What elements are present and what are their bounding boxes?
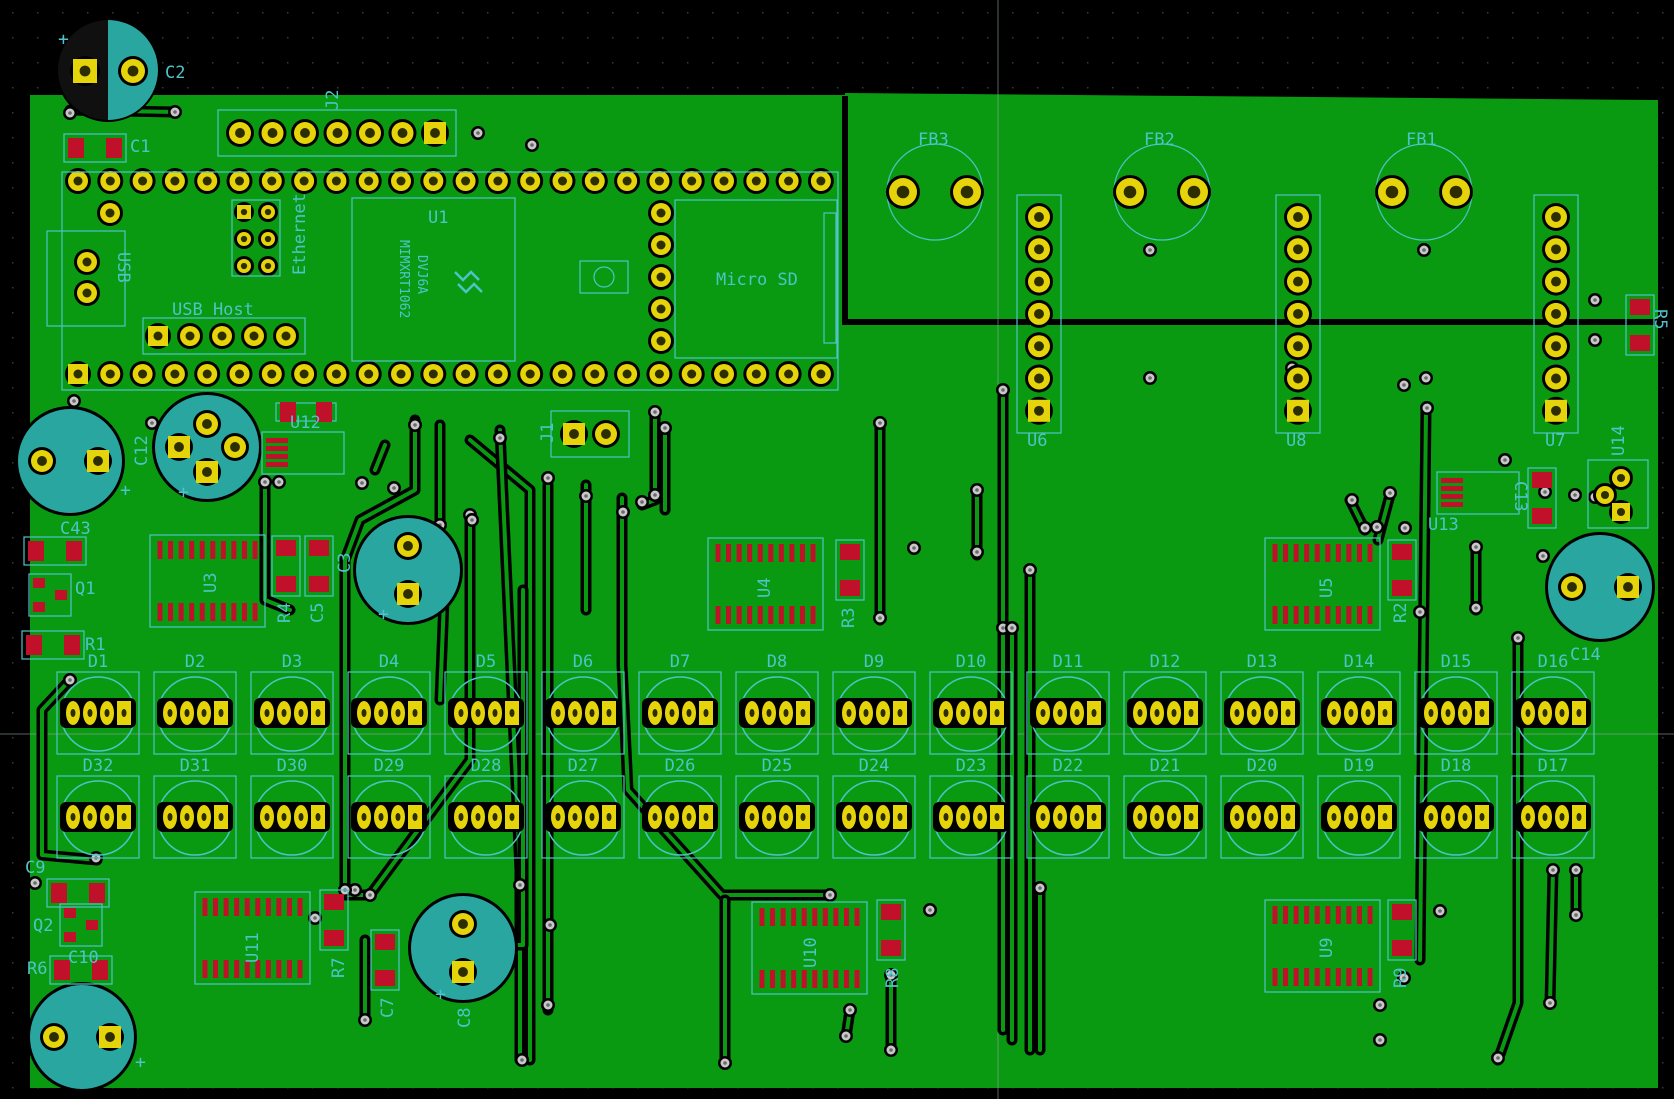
label-u13: U13 — [1428, 515, 1459, 535]
label-u14: U14 — [1609, 425, 1629, 456]
led-label: D18 — [1441, 756, 1472, 776]
led-label: D1 — [88, 652, 108, 672]
led-label: D8 — [767, 652, 787, 672]
label-u10: U10 — [801, 937, 821, 968]
led-label: D31 — [180, 756, 211, 776]
label-ethernet: Ethernet — [290, 193, 310, 275]
svg-text:+: + — [378, 604, 389, 625]
label-u6: U6 — [1027, 431, 1047, 451]
label-c13: C13 — [1510, 481, 1530, 512]
label-c2: C2 — [165, 63, 185, 83]
label-c1: C1 — [130, 137, 150, 157]
led-label: D2 — [185, 652, 205, 672]
label-c8: C8 — [455, 1008, 475, 1028]
led-label: D32 — [83, 756, 114, 776]
label-c3: C3 — [335, 553, 355, 573]
label-r9: R9 — [1391, 968, 1411, 988]
led-label: D11 — [1053, 652, 1084, 672]
label-u9: U9 — [1317, 938, 1337, 958]
svg-text:+: + — [135, 1052, 146, 1073]
label-u4: U4 — [755, 578, 775, 598]
label-u8: U8 — [1286, 431, 1306, 451]
label-c10: C10 — [68, 948, 99, 968]
label-c9: C9 — [25, 858, 45, 878]
label-usb: USB — [113, 252, 133, 283]
label-u7: U7 — [1545, 431, 1565, 451]
label-c5: C5 — [308, 603, 328, 623]
label-r6: R6 — [27, 959, 47, 979]
led-label: D30 — [277, 756, 308, 776]
label-usb-host: USB Host — [172, 300, 254, 320]
label-r5: R5 — [1650, 309, 1670, 329]
label-r3: R3 — [839, 608, 859, 628]
led-label: D9 — [864, 652, 884, 672]
pcb-layout-view[interactable]: + + + + + + C2 C1 J2 U1 USB Ethernet USB Host… — [0, 0, 1674, 1099]
svg-text:+: + — [58, 29, 69, 50]
led-label: D23 — [956, 756, 987, 776]
led-label: D17 — [1538, 756, 1569, 776]
led-label: D21 — [1150, 756, 1181, 776]
label-chip-code: DVJ6A — [414, 255, 429, 294]
svg-text:+: + — [435, 984, 446, 1005]
svg-text:+: + — [120, 480, 131, 501]
led-label: D10 — [956, 652, 987, 672]
label-c43: C43 — [60, 519, 91, 539]
label-q2: Q2 — [33, 916, 53, 936]
label-j1: J1 — [538, 423, 558, 443]
label-fb1: FB1 — [1406, 130, 1437, 150]
label-r4: R4 — [275, 603, 295, 623]
led-label: D20 — [1247, 756, 1278, 776]
led-label: D5 — [476, 652, 496, 672]
led-label: D27 — [568, 756, 599, 776]
led-label: D13 — [1247, 652, 1278, 672]
label-r2: R2 — [1391, 603, 1411, 623]
label-u12: U12 — [290, 413, 321, 433]
label-u3: U3 — [201, 573, 221, 593]
label-u5: U5 — [1317, 578, 1337, 598]
led-label: D12 — [1150, 652, 1181, 672]
label-j2: J2 — [323, 90, 343, 110]
label-q1: Q1 — [75, 579, 95, 599]
led-label: D15 — [1441, 652, 1472, 672]
led-label: D26 — [665, 756, 696, 776]
label-u11: U11 — [243, 932, 263, 963]
label-r8: R8 — [883, 968, 903, 988]
label-u1: U1 — [428, 208, 448, 228]
label-c12: C12 — [132, 435, 152, 466]
label-c7: C7 — [378, 998, 398, 1018]
led-label: D19 — [1344, 756, 1375, 776]
led-label: D25 — [762, 756, 793, 776]
svg-text:+: + — [178, 482, 189, 503]
label-chip-part: MIMXRT1062 — [396, 240, 411, 318]
led-label: D16 — [1538, 652, 1569, 672]
label-fb3: FB3 — [918, 130, 949, 150]
led-label: D4 — [379, 652, 399, 672]
led-label: D14 — [1344, 652, 1375, 672]
led-label: D22 — [1053, 756, 1084, 776]
led-label: D3 — [282, 652, 302, 672]
label-r7: R7 — [329, 958, 349, 978]
label-micro-sd: Micro SD — [716, 270, 798, 290]
led-label: D7 — [670, 652, 690, 672]
led-label: D6 — [573, 652, 593, 672]
label-fb2: FB2 — [1144, 130, 1175, 150]
led-label: D29 — [374, 756, 405, 776]
led-label: D24 — [859, 756, 890, 776]
label-c14: C14 — [1570, 645, 1601, 665]
led-label: D28 — [471, 756, 502, 776]
